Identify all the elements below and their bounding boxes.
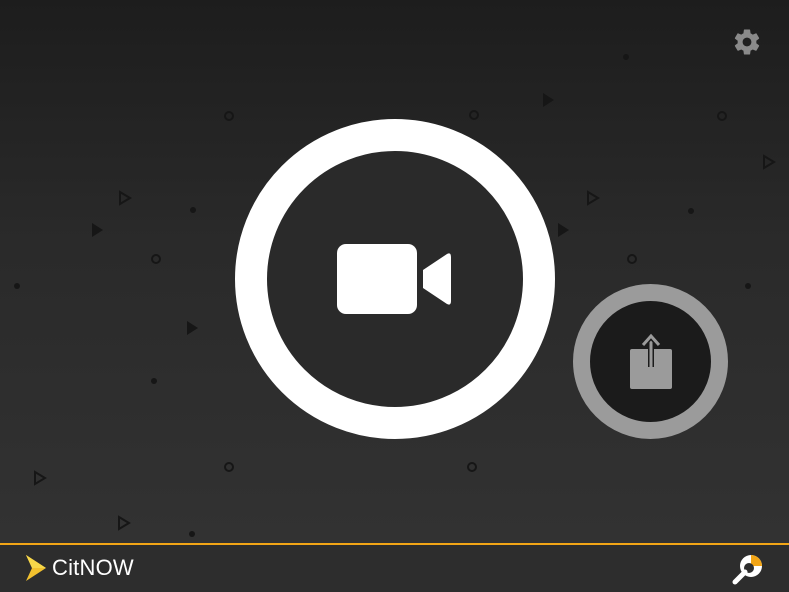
gear-icon (734, 29, 760, 55)
background-pattern-triangle (543, 93, 554, 107)
background-pattern-dot (189, 531, 195, 537)
video-camera-icon (337, 244, 451, 314)
share-upload-button[interactable] (573, 284, 728, 439)
background-pattern-dot (623, 54, 629, 60)
citnow-chevron-icon (26, 555, 46, 581)
tools-button[interactable] (731, 552, 765, 586)
brand-name: CitNOW (52, 555, 134, 580)
background-pattern-outline-triangle (587, 190, 600, 206)
background-pattern-outline-triangle (119, 190, 132, 206)
background-pattern-triangle (558, 223, 569, 237)
wrench-pie-icon (732, 555, 762, 585)
brand-logo: CitNOW (24, 553, 134, 583)
background-pattern-outline-triangle (34, 470, 47, 486)
background-pattern-ring (469, 110, 479, 120)
background-pattern-ring (224, 462, 234, 472)
background-pattern-ring (467, 462, 477, 472)
background-pattern-ring (151, 254, 161, 264)
footer-bar: CitNOW (0, 543, 789, 592)
background-pattern-ring (224, 111, 234, 121)
background-pattern-dot (745, 283, 751, 289)
background-pattern-outline-triangle (763, 154, 776, 170)
main-stage (0, 0, 789, 543)
background-pattern-dot (688, 208, 694, 214)
settings-button[interactable] (731, 26, 763, 58)
background-pattern-ring (717, 111, 727, 121)
record-video-button[interactable] (235, 119, 555, 439)
background-pattern-dot (14, 283, 20, 289)
background-pattern-ring (627, 254, 637, 264)
upload-share-icon (629, 332, 672, 389)
background-pattern-triangle (92, 223, 103, 237)
background-pattern-dot (151, 378, 157, 384)
background-pattern-outline-triangle (118, 515, 131, 531)
background-pattern-triangle (187, 321, 198, 335)
background-pattern-dot (190, 207, 196, 213)
